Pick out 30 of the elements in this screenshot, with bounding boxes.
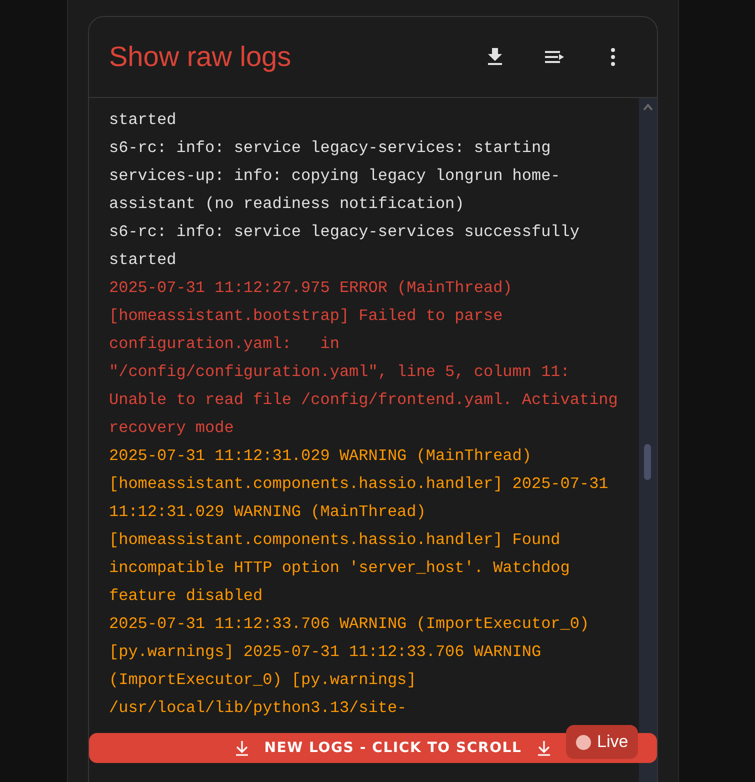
download-arrow-icon bbox=[234, 740, 250, 756]
download-arrow-icon bbox=[536, 740, 552, 756]
log-line: feature disabled bbox=[109, 586, 264, 607]
log-line: [homeassistant.components.hassio.handler] 2025-07-31 bbox=[109, 474, 610, 495]
log-line: incompatible HTTP option 'server_host'. Watchdog bbox=[109, 558, 571, 579]
scrollbar[interactable] bbox=[639, 98, 657, 782]
log-line: 2025-07-31 11:12:33.706 WARNING (ImportExecutor_0) bbox=[109, 614, 590, 635]
log-line: services-up: info: copying legacy longrun home- bbox=[109, 166, 562, 187]
live-dot-icon bbox=[576, 734, 591, 750]
live-label: Live bbox=[597, 732, 628, 752]
log-line: s6-rc: info: service legacy-services successfully bbox=[109, 222, 580, 243]
log-line: 11:12:31.029 WARNING (MainThread) bbox=[109, 502, 427, 523]
scroll-up-icon[interactable] bbox=[643, 104, 653, 110]
log-line: [homeassistant.bootstrap] Failed to parse bbox=[109, 306, 504, 327]
log-line: [homeassistant.components.hassio.handler] Found bbox=[109, 530, 562, 551]
log-line: (ImportExecutor_0) [py.warnings] bbox=[109, 670, 418, 691]
log-line: Unable to read file /config/frontend.yaml. Activating bbox=[109, 390, 619, 411]
log-line: assistant (no readiness notification) bbox=[109, 194, 466, 215]
log-line: "/config/configuration.yaml", line 5, column 11: bbox=[109, 362, 571, 383]
log-line: configuration.yaml: in bbox=[109, 334, 340, 355]
log-line: recovery mode bbox=[109, 418, 235, 439]
log-line: /usr/local/lib/python3.13/site- bbox=[109, 698, 408, 719]
log-line: s6-rc: info: service legacy-services: starting bbox=[109, 138, 552, 159]
log-line: [py.warnings] 2025-07-31 11:12:33.706 WARNING bbox=[109, 642, 542, 663]
log-line: 2025-07-31 11:12:27.975 ERROR (MainThread) bbox=[109, 278, 514, 299]
card-title: Show raw logs bbox=[109, 41, 292, 73]
log-line: started bbox=[109, 250, 178, 271]
log-line: started bbox=[109, 110, 178, 131]
log-line: 2025-07-31 11:12:31.029 WARNING (MainThread) bbox=[109, 446, 532, 467]
scrollbar-thumb[interactable] bbox=[644, 444, 651, 480]
